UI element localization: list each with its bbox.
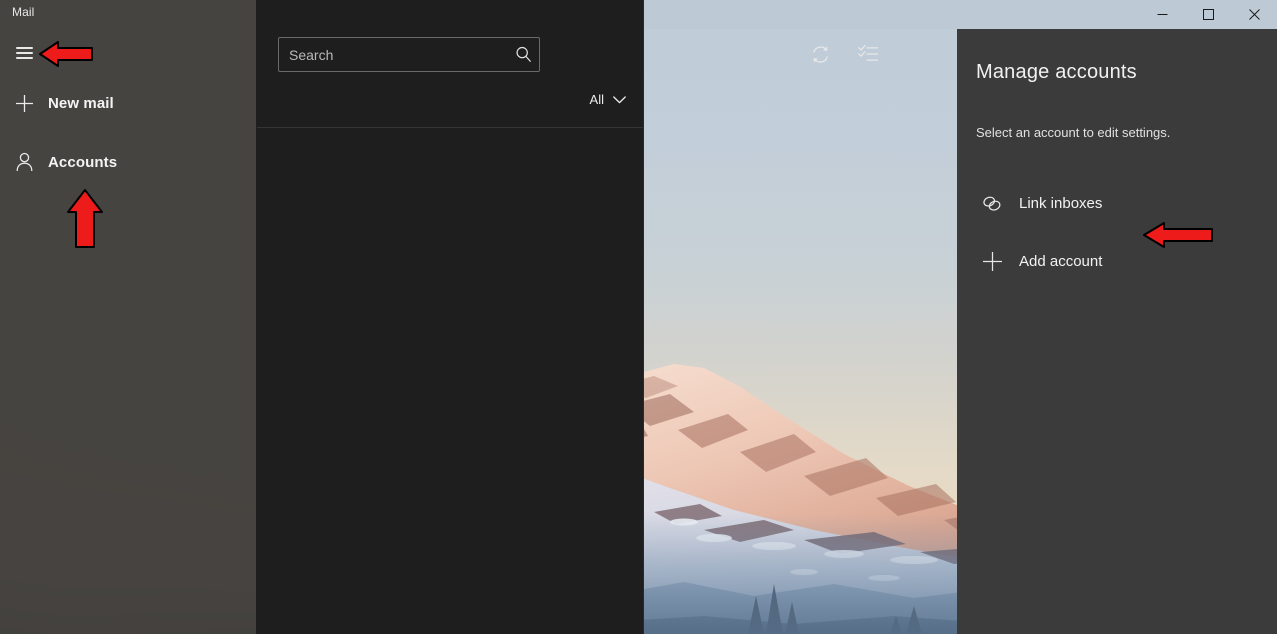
panel-title: Manage accounts xyxy=(976,61,1137,83)
maximize-button[interactable] xyxy=(1185,0,1231,29)
link-inboxes-label: Link inboxes xyxy=(1019,194,1103,212)
sidebar-item-label: Accounts xyxy=(48,153,118,171)
close-button[interactable] xyxy=(1231,0,1277,29)
link-inboxes-item[interactable]: Link inboxes xyxy=(965,181,1269,225)
sidebar-item-label: New mail xyxy=(48,94,114,112)
message-list-toolbar: Search All xyxy=(257,0,878,128)
window-controls xyxy=(1139,0,1277,29)
sync-icon xyxy=(812,45,828,63)
selection-mode-icon xyxy=(857,44,878,61)
maximize-icon xyxy=(1202,9,1214,20)
panel-subtitle: Select an account to edit settings. xyxy=(976,125,1171,140)
search-input[interactable]: Search xyxy=(278,37,540,72)
link-icon xyxy=(965,194,1019,213)
add-account-label: Add account xyxy=(1019,252,1103,270)
minimize-icon xyxy=(1157,14,1167,15)
manage-accounts-panel: Manage accounts Select an account to edi… xyxy=(957,29,1277,634)
hamburger-icon xyxy=(0,44,48,62)
message-list-empty-area xyxy=(257,128,643,634)
mail-app-window: Mail New mail Accounts Search All Manage… xyxy=(0,0,1277,634)
chevron-down-icon xyxy=(613,95,626,103)
search-icon xyxy=(515,46,531,63)
search-button[interactable] xyxy=(507,39,539,70)
navigation-pane: Mail New mail Accounts xyxy=(0,0,256,634)
search-placeholder: Search xyxy=(289,46,334,63)
person-icon xyxy=(0,152,48,172)
hamburger-menu-button[interactable] xyxy=(0,33,256,73)
minimize-button[interactable] xyxy=(1139,0,1185,29)
close-icon xyxy=(1248,9,1260,20)
filter-label: All xyxy=(589,92,604,107)
sidebar-item-new-mail[interactable]: New mail xyxy=(0,83,256,123)
title-bar xyxy=(644,0,1277,29)
plus-icon xyxy=(965,251,1019,272)
selection-mode-button[interactable] xyxy=(852,38,884,70)
message-list-pane: Search All xyxy=(257,0,878,634)
pane-divider xyxy=(643,0,644,634)
sidebar-item-accounts[interactable]: Accounts xyxy=(0,142,256,182)
filter-dropdown[interactable]: All xyxy=(590,92,626,107)
plus-icon xyxy=(0,94,48,113)
add-account-item[interactable]: Add account xyxy=(965,239,1269,283)
app-title: Mail xyxy=(12,5,35,19)
sync-button[interactable] xyxy=(804,38,836,70)
